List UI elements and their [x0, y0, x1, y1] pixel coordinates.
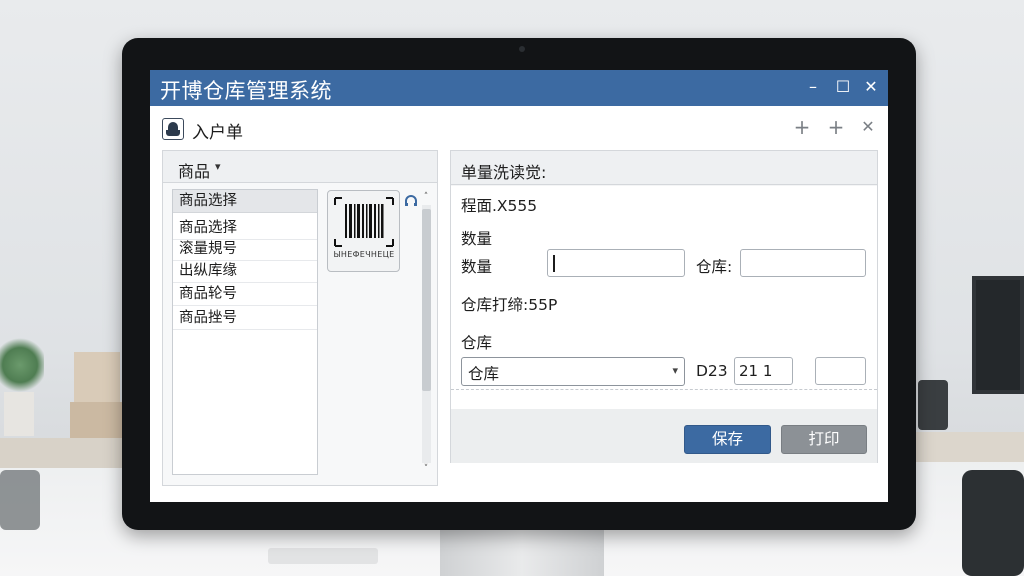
close-button[interactable]: ✕	[860, 77, 882, 97]
warehouse-label: 仓库:	[696, 258, 733, 276]
background-monitor	[972, 276, 1024, 394]
warehouse-select[interactable]: 仓库 ▾	[461, 357, 685, 386]
product-list: 商品选择 商品选择 滚量規号 出纵库缘 商品轮号 商品挫号	[172, 189, 318, 475]
list-scrollbar[interactable]: ˄ ˅	[419, 191, 433, 477]
barcode-icon	[334, 197, 394, 247]
warehouse-heading: 仓库	[461, 334, 493, 352]
add-icon[interactable]: +	[826, 116, 846, 138]
product-dropdown-label: 商品	[178, 162, 211, 181]
background-shelf-right	[914, 432, 1024, 462]
warehouse-ref-label: 仓库打缔:55P	[461, 296, 558, 314]
minimize-button[interactable]: –	[802, 77, 824, 97]
background-box	[70, 402, 122, 438]
quantity-input[interactable]	[547, 249, 685, 277]
background-phone	[918, 380, 948, 430]
background-chair	[0, 470, 40, 530]
document-title: 入户单	[192, 123, 243, 143]
close-icon[interactable]: ✕	[858, 116, 878, 138]
link-icon[interactable]	[404, 195, 418, 207]
app-title: 开博仓库管理系统	[160, 79, 332, 103]
maximize-button[interactable]: ☐	[832, 77, 854, 97]
scroll-track[interactable]	[422, 205, 431, 463]
background-box	[74, 352, 120, 402]
quantity-heading: 数量	[461, 230, 493, 248]
monitor-stand	[440, 530, 604, 576]
barcode-tile[interactable]: ЫНЕФЕЧНЕЦЕ	[327, 190, 400, 272]
quantity-label: 数量	[461, 258, 493, 276]
background-plant-pot	[4, 392, 34, 436]
background-keyboard	[268, 548, 378, 564]
product-dropdown[interactable]: 商品 ▾	[163, 151, 437, 183]
form-header-label: 单量洗读觉:	[461, 163, 547, 182]
barcode-caption: ЫНЕФЕЧНЕЦЕ	[333, 250, 395, 259]
scroll-up-icon[interactable]: ˄	[419, 191, 433, 203]
entry-form-panel: 单量洗读觉: 程面.X555 数量 数量 仓库: 仓库打缔:55P 仓库 仓库 …	[450, 150, 878, 463]
chevron-down-icon: ▾	[215, 160, 221, 173]
section-divider	[451, 389, 877, 390]
background-chair	[962, 470, 1024, 576]
list-item[interactable]: 商品选择	[173, 217, 317, 240]
scroll-down-icon[interactable]: ˅	[419, 463, 433, 475]
print-button[interactable]: 打印	[781, 425, 867, 454]
background-plant	[0, 335, 44, 395]
product-code-label: 程面.X555	[461, 197, 538, 215]
product-panel: 商品 ▾ 商品选择 商品选择 滚量規号 出纵库缘 商品轮号 商品挫号 ЫНЕФЕ…	[162, 150, 438, 486]
add-icon[interactable]: +	[792, 116, 812, 138]
list-item[interactable]: 出纵库缘	[173, 260, 317, 283]
warehouse-select-value: 仓库	[468, 365, 500, 383]
list-item[interactable]: 商品挫号	[173, 307, 317, 330]
background-shelf-left	[0, 438, 130, 468]
window-titlebar: 开博仓库管理系统 – ☐ ✕	[150, 70, 888, 106]
webcam-icon	[519, 46, 525, 52]
slot-input-value: 21 1	[739, 362, 773, 380]
user-document-icon	[162, 118, 184, 140]
slot-label: D23	[696, 362, 728, 380]
list-item[interactable]: 商品选择	[173, 190, 317, 213]
list-item[interactable]: 滚量規号	[173, 238, 317, 261]
warehouse-input[interactable]	[740, 249, 866, 277]
list-item[interactable]: 商品轮号	[173, 283, 317, 306]
save-button[interactable]: 保存	[684, 425, 771, 454]
slot-input[interactable]: 21 1	[734, 357, 793, 385]
document-toolbar: 入户单 + + ✕	[150, 108, 888, 148]
extra-input[interactable]	[815, 357, 866, 385]
form-header: 单量洗读觉:	[451, 151, 877, 185]
app-window: 开博仓库管理系统 – ☐ ✕ 入户单 + + ✕ 商品 ▾ 商品选择 商品选择 …	[150, 70, 888, 502]
chevron-down-icon: ▾	[672, 364, 678, 377]
text-caret	[553, 255, 555, 272]
scroll-thumb[interactable]	[422, 209, 431, 391]
